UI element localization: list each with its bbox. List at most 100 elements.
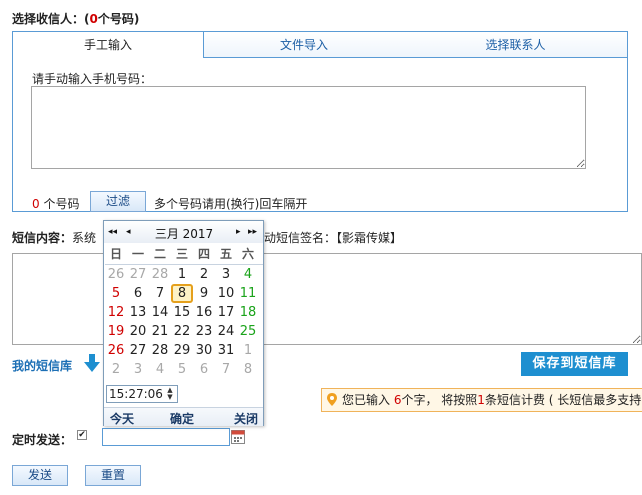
calendar-day[interactable]: 20 — [127, 322, 149, 341]
calendar-day[interactable]: 24 — [215, 322, 237, 341]
weekday-label: 三 — [175, 247, 188, 261]
tab-select-contacts[interactable]: 选择联系人 — [404, 32, 627, 58]
counter-prefix: 您已输入 — [342, 393, 394, 407]
confirm-button[interactable]: 确定 — [170, 410, 194, 427]
calendar-day[interactable]: 12 — [105, 303, 127, 322]
calendar-day[interactable]: 4 — [237, 265, 259, 284]
calendar-day[interactable]: 23 — [193, 322, 215, 341]
calendar-day[interactable]: 7 — [149, 284, 171, 303]
calendar-week-row: 26 27 28 1 2 3 4 — [105, 265, 263, 284]
arrow-down-icon[interactable] — [84, 354, 100, 372]
calendar-day[interactable]: 6 — [193, 360, 215, 379]
calendar-day[interactable]: 30 — [193, 341, 215, 360]
manual-input-prompt: 请手动输入手机号码： — [32, 72, 153, 86]
weekday-label: 五 — [219, 247, 232, 261]
calendar-day[interactable]: 5 — [105, 284, 127, 303]
message-label: 短信内容： — [12, 231, 73, 245]
calendar-day[interactable]: 27 — [127, 341, 149, 360]
calendar-week-row: 26 27 28 29 30 31 1 — [105, 341, 263, 360]
schedule-label: 定时发送： — [12, 433, 73, 447]
calendar-day[interactable]: 8 — [171, 284, 193, 303]
calendar-day[interactable]: 29 — [171, 341, 193, 360]
next-year-icon[interactable]: ▸▸ — [248, 227, 257, 237]
recipient-tabs: 手工输入 文件导入 选择联系人 — [13, 32, 627, 58]
calendar-day[interactable]: 15 — [171, 303, 193, 322]
close-button[interactable]: 关闭 — [234, 410, 258, 427]
calendar-day[interactable]: 21 — [149, 322, 171, 341]
calendar-day[interactable]: 1 — [237, 341, 259, 360]
calendar-day[interactable]: 16 — [193, 303, 215, 322]
today-button[interactable]: 今天 — [110, 410, 134, 427]
calendar-week-row: 5 6 7 8 9 10 11 — [105, 284, 263, 303]
calendar-day[interactable]: 14 — [149, 303, 171, 322]
calendar-day[interactable]: 10 — [215, 284, 237, 303]
prev-year-icon[interactable]: ◂◂ — [108, 227, 117, 237]
reset-button[interactable]: 重置 — [85, 465, 141, 486]
calendar-day[interactable]: 9 — [193, 284, 215, 303]
calendar-week-row: 2345678 — [105, 360, 263, 379]
next-month-icon[interactable]: ▸ — [236, 227, 241, 237]
filter-button[interactable]: 过滤 — [90, 191, 146, 212]
location-pin-icon — [327, 393, 337, 406]
calendar-grid: 日 一 二 三 四 五 六 26 27 28 1 2 3 4 5 6 7 8 9 10 11 12 13 14 1… — [105, 245, 263, 379]
calendar-day[interactable]: 26 — [105, 341, 127, 360]
calendar-weekday-row: 日 一 二 三 四 五 六 — [105, 245, 263, 265]
calendar-day[interactable]: 28 — [149, 341, 171, 360]
tab-manual-input[interactable]: 手工输入 — [13, 32, 204, 58]
calendar-day[interactable]: 3 — [127, 360, 149, 379]
date-picker-popup: ◂◂ ◂ 三月 2017 ▸ ▸▸ 日 一 二 三 四 五 六 26 27 28 1 2… — [103, 220, 264, 426]
tab-label: 手工输入 — [83, 38, 132, 52]
calendar-day[interactable]: 8 — [237, 360, 259, 379]
calendar-day[interactable]: 11 — [237, 284, 259, 303]
calendar-day[interactable]: 31 — [215, 341, 237, 360]
calendar-day[interactable]: 5 — [171, 360, 193, 379]
char-counter-notice: 您已输入 6个字， 将按照1条短信计费 ( 长短信最多支持 — [321, 388, 642, 412]
message-label-row: 短信内容：系统 — [12, 229, 96, 246]
calendar-day[interactable]: 17 — [215, 303, 237, 322]
schedule-date-input[interactable] — [102, 428, 230, 446]
phone-numbers-textarea[interactable] — [31, 86, 586, 169]
send-button[interactable]: 发送 — [12, 465, 68, 486]
calendar-day[interactable]: 7 — [215, 360, 237, 379]
weekday-label: 二 — [153, 247, 166, 261]
number-count-unit: 个号码 — [39, 197, 80, 211]
calendar-footer: 今天 确定 关闭 — [104, 407, 263, 426]
calendar-day[interactable]: 25 — [237, 322, 259, 341]
counter-mid: 个字， 将按照 — [401, 393, 478, 407]
recipient-label: 选择收信人：( — [12, 12, 90, 26]
message-pre-text: 系统 — [72, 231, 97, 245]
calendar-day[interactable]: 1 — [171, 265, 193, 284]
recipient-count: 0 — [89, 12, 98, 26]
calendar-icon[interactable] — [231, 428, 245, 444]
calendar-day[interactable]: 13 — [127, 303, 149, 322]
tab-label: 文件导入 — [279, 38, 328, 52]
weekday-label: 一 — [131, 247, 144, 261]
weekday-label: 六 — [241, 247, 254, 261]
number-hint: 多个号码请用(换行)回车隔开 — [154, 197, 308, 211]
weekday-label: 日 — [109, 247, 122, 261]
calendar-day[interactable]: 2 — [193, 265, 215, 284]
calendar-day[interactable]: 18 — [237, 303, 259, 322]
calendar-day[interactable]: 22 — [171, 322, 193, 341]
tab-file-import[interactable]: 文件导入 — [204, 32, 404, 58]
schedule-checkbox[interactable]: ✔ — [77, 430, 87, 440]
calendar-day[interactable]: 6 — [127, 284, 149, 303]
prev-month-icon[interactable]: ◂ — [126, 227, 131, 237]
calendar-month-title[interactable]: 三月 2017 — [144, 225, 224, 242]
sms-count: 1 — [477, 393, 485, 407]
weekday-label: 四 — [197, 247, 210, 261]
signature-text: 动短信签名：【影霜传媒】 — [264, 231, 403, 245]
save-to-library-button[interactable]: 保存到短信库 — [521, 352, 628, 376]
calendar-day[interactable]: 3 — [215, 265, 237, 284]
my-library-link[interactable]: 我的短信库 — [12, 357, 72, 374]
tab-label: 选择联系人 — [485, 38, 546, 52]
calendar-week-row: 12 13 14 15 16 17 18 — [105, 303, 263, 322]
calendar-day[interactable]: 26 — [105, 265, 127, 284]
calendar-day[interactable]: 27 — [127, 265, 149, 284]
calendar-day[interactable]: 19 — [105, 322, 127, 341]
calendar-day[interactable]: 28 — [149, 265, 171, 284]
number-count-text: 0 个号码 — [32, 195, 79, 212]
time-spinner-icon[interactable]: ▲ ▼ — [164, 387, 176, 402]
calendar-day[interactable]: 2 — [105, 360, 127, 379]
calendar-day[interactable]: 4 — [149, 360, 171, 379]
